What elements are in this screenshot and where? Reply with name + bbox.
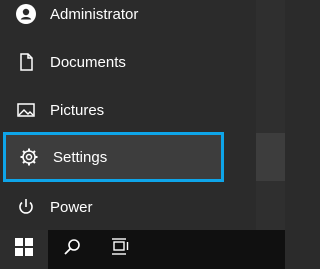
menu-item-administrator[interactable]: Administrator: [0, 0, 256, 38]
gear-icon: [19, 147, 39, 167]
menu-item-settings[interactable]: Settings: [3, 132, 224, 182]
menu-item-power[interactable]: Power: [0, 183, 256, 231]
menu-item-documents[interactable]: Documents: [0, 38, 256, 86]
image-icon: [16, 100, 36, 120]
start-menu-list: Administrator Documents Pictures Setting…: [0, 0, 256, 230]
task-view-button[interactable]: [96, 230, 144, 269]
search-button[interactable]: [48, 230, 96, 269]
search-icon: [63, 238, 81, 261]
menu-item-label: Settings: [53, 148, 108, 166]
menu-item-label: Documents: [50, 53, 126, 71]
menu-item-label: Pictures: [50, 101, 105, 119]
start-menu-rail: [256, 0, 285, 230]
menu-item-label: Administrator: [50, 5, 139, 23]
menu-item-label: Power: [50, 198, 93, 216]
taskbar: [0, 230, 285, 269]
windows-start-icon: [15, 238, 33, 261]
rail-hover-highlight: [256, 133, 285, 181]
document-icon: [16, 52, 36, 72]
menu-item-pictures[interactable]: Pictures: [0, 86, 256, 134]
user-avatar-icon: [16, 4, 36, 24]
start-menu-screen: Administrator Documents Pictures Setting…: [0, 0, 285, 269]
task-view-icon: [110, 238, 130, 261]
power-icon: [16, 197, 36, 217]
start-button[interactable]: [0, 230, 48, 269]
